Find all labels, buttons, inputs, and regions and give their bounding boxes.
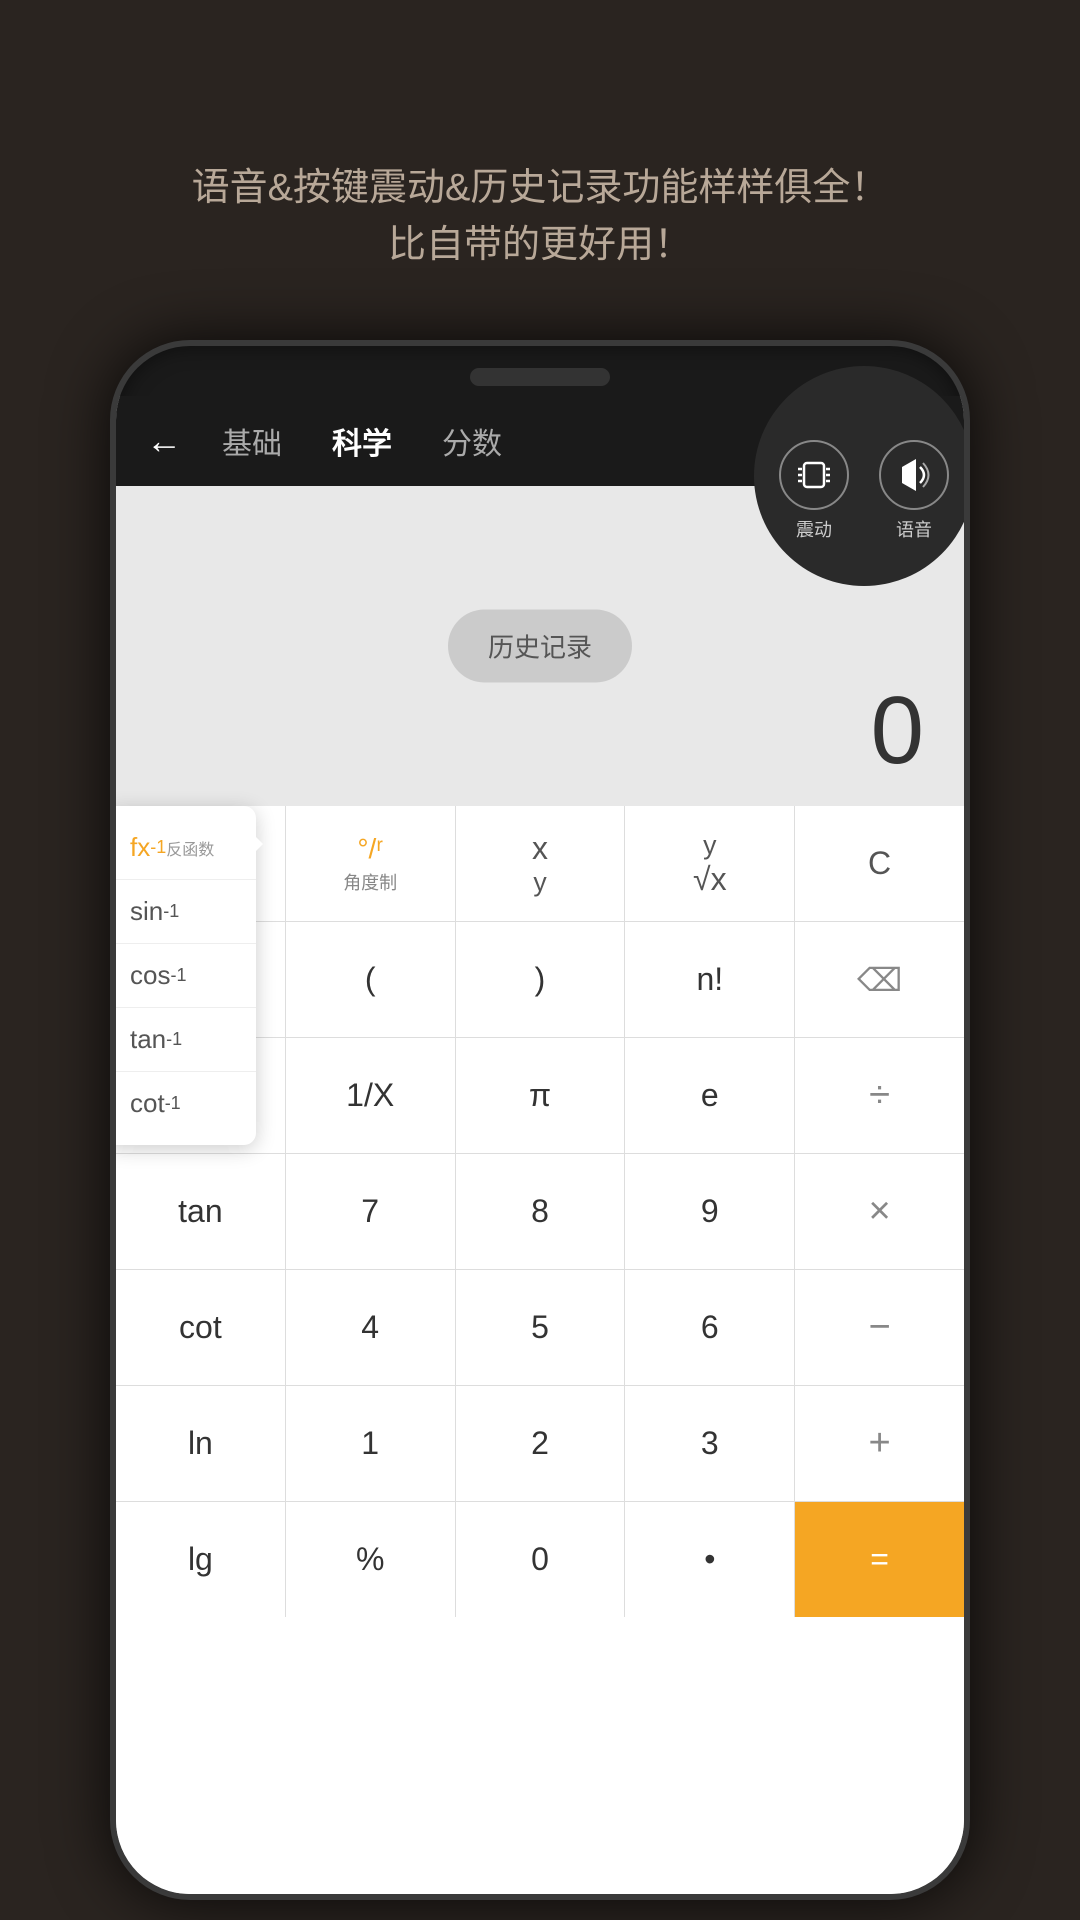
promo-line1: 语音&按键震动&历史记录功能样样俱全！ (80, 160, 1000, 217)
back-button[interactable]: ← (146, 420, 182, 462)
key-tan[interactable]: tan (116, 1154, 286, 1269)
popup-item-sin-inverse[interactable]: sin-1 (110, 880, 256, 944)
popup-item-cot-inverse[interactable]: cot-1 (110, 1072, 256, 1135)
key-power[interactable]: xy (456, 806, 626, 921)
top-icons-panel: 震动 语音 (754, 366, 970, 586)
key-multiply[interactable]: × (795, 1154, 964, 1269)
display-value: 0 (871, 676, 924, 786)
promo-line2: 比自带的更好用！ (80, 217, 1000, 274)
key-3[interactable]: 3 (625, 1386, 795, 1501)
key-row-6: ln 1 2 3 + (116, 1386, 964, 1502)
key-pi[interactable]: π (456, 1038, 626, 1153)
tab-fraction[interactable]: 分数 (442, 419, 502, 463)
key-8[interactable]: 8 (456, 1154, 626, 1269)
promo-text: 语音&按键震动&历史记录功能样样俱全！ 比自带的更好用！ (0, 0, 1080, 334)
popup-item-cos-inverse[interactable]: cos-1 (110, 944, 256, 1008)
key-6[interactable]: 6 (625, 1270, 795, 1385)
key-reciprocal[interactable]: 1/X (286, 1038, 456, 1153)
key-cot[interactable]: cot (116, 1270, 286, 1385)
key-ln[interactable]: ln (116, 1386, 286, 1501)
key-lg[interactable]: lg (116, 1502, 286, 1617)
key-dot[interactable]: • (625, 1502, 795, 1617)
key-add[interactable]: + (795, 1386, 964, 1501)
key-clear[interactable]: C (795, 806, 964, 921)
key-factorial[interactable]: n! (625, 922, 795, 1037)
key-subtract[interactable]: − (795, 1270, 964, 1385)
tab-science[interactable]: 科学 (332, 419, 392, 463)
vibration-label: 震动 (796, 516, 832, 542)
key-7[interactable]: 7 (286, 1154, 456, 1269)
key-close-paren[interactable]: ) (456, 922, 626, 1037)
key-percent[interactable]: % (286, 1502, 456, 1617)
key-4[interactable]: 4 (286, 1270, 456, 1385)
tab-basic[interactable]: 基础 (222, 419, 282, 463)
key-2[interactable]: 2 (456, 1386, 626, 1501)
vibration-button[interactable]: 震动 (779, 440, 849, 542)
key-equals[interactable]: = (795, 1502, 964, 1617)
voice-icon (879, 440, 949, 510)
key-row-4: tan 7 8 9 × (116, 1154, 964, 1270)
popup-item-tan-inverse[interactable]: tan-1 (110, 1008, 256, 1072)
top-bar: ← 基础 科学 分数 (116, 396, 964, 486)
backspace-icon: ⌫ (857, 961, 902, 999)
keyboard: fx-1 反函数 sin-1 cos-1 tan-1 cot-1 fx 函数 °… (116, 806, 964, 1900)
key-row-5: cot 4 5 6 − (116, 1270, 964, 1386)
history-button[interactable]: 历史记录 (448, 610, 632, 683)
key-1[interactable]: 1 (286, 1386, 456, 1501)
key-backspace[interactable]: ⌫ (795, 922, 964, 1037)
key-root[interactable]: y√x (625, 806, 795, 921)
key-0[interactable]: 0 (456, 1502, 626, 1617)
phone-frame: ← 基础 科学 分数 (110, 340, 970, 1900)
key-row-7: lg % 0 • = (116, 1502, 964, 1617)
voice-button[interactable]: 语音 (879, 440, 949, 542)
phone-speaker (470, 368, 610, 386)
voice-label: 语音 (896, 516, 932, 542)
popup-item-fx-inverse[interactable]: fx-1 反函数 (110, 816, 256, 880)
key-open-paren[interactable]: ( (286, 922, 456, 1037)
key-e[interactable]: e (625, 1038, 795, 1153)
key-divide[interactable]: ÷ (795, 1038, 964, 1153)
key-9[interactable]: 9 (625, 1154, 795, 1269)
key-angle[interactable]: °/ʳ 角度制 (286, 806, 456, 921)
calculator-app: ← 基础 科学 分数 (116, 396, 964, 1900)
key-5[interactable]: 5 (456, 1270, 626, 1385)
inverse-functions-popup: fx-1 反函数 sin-1 cos-1 tan-1 cot-1 (110, 806, 256, 1145)
vibration-icon (779, 440, 849, 510)
